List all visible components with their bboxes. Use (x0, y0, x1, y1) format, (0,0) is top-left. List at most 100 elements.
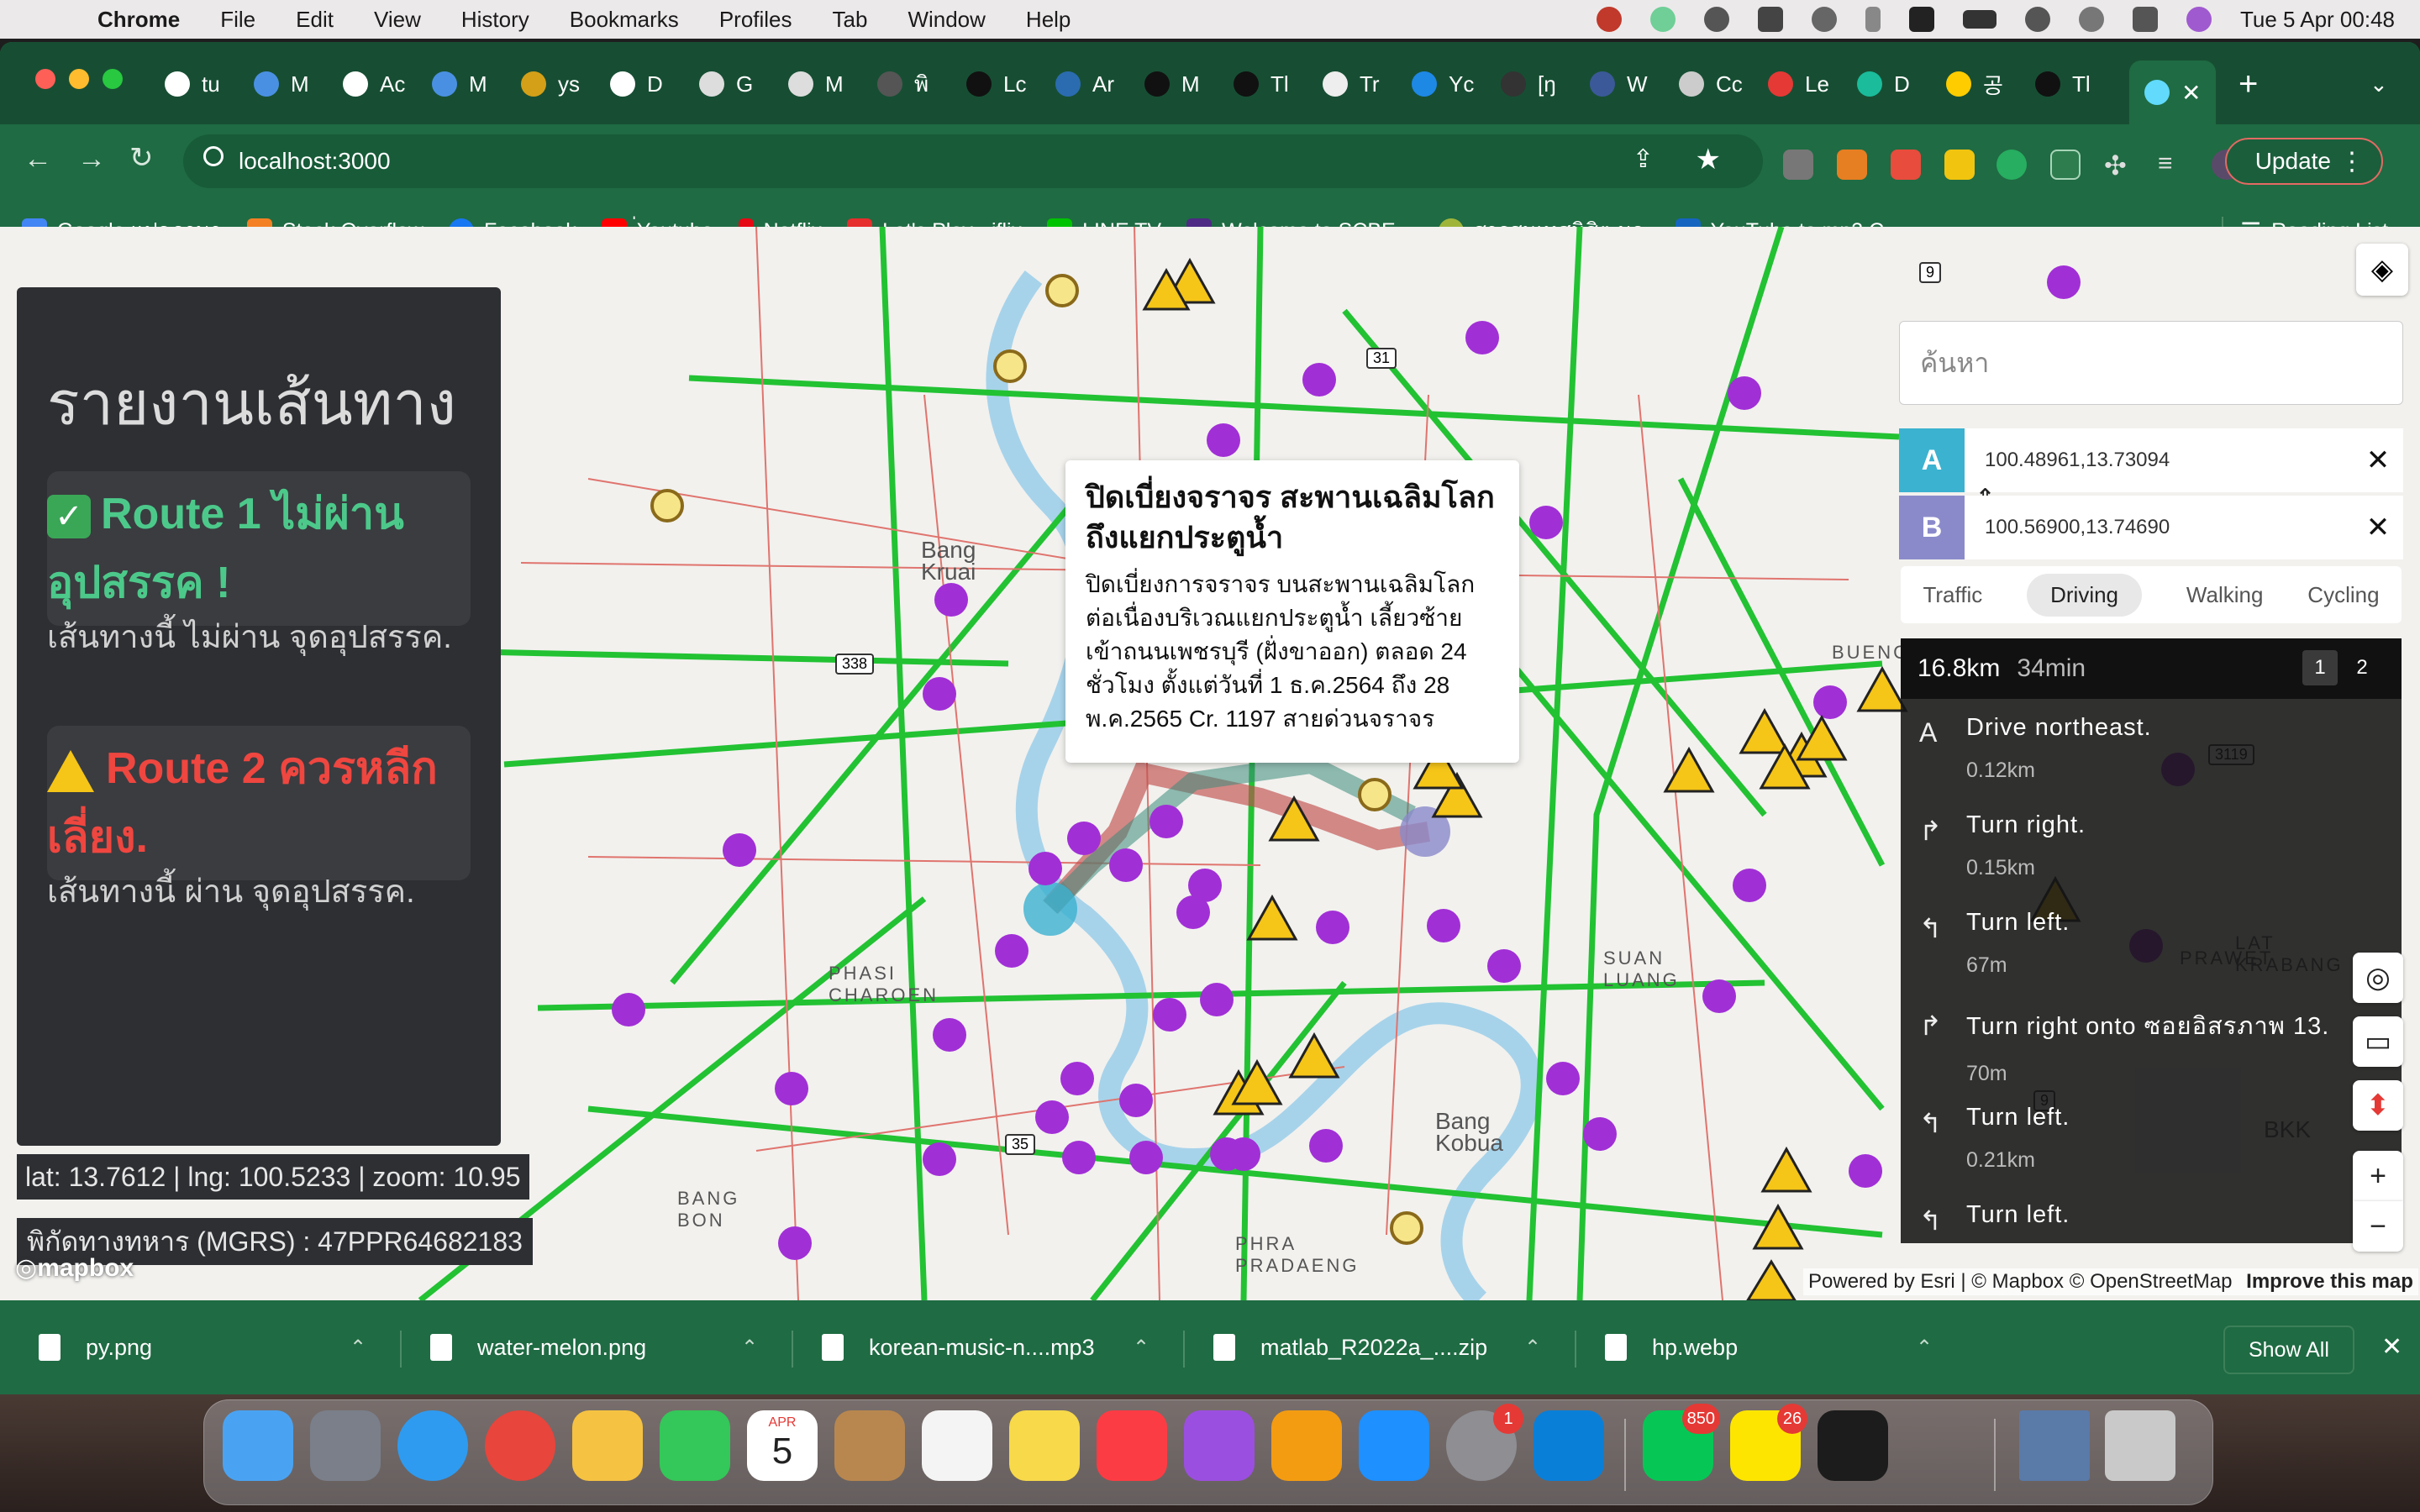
tab-7[interactable]: M (788, 60, 844, 108)
finder-icon[interactable] (223, 1410, 293, 1481)
pages-icon[interactable] (1271, 1410, 1342, 1481)
grammarly-extension-icon[interactable] (1996, 150, 2027, 180)
improve-map-link[interactable]: Improve this map (2246, 1270, 2413, 1293)
extension-off-icon[interactable] (1837, 150, 1867, 180)
profile-walking[interactable]: Walking (2186, 582, 2264, 608)
route-1-status[interactable]: ✓ Route 1 ไม่ผ่าน อุปสรรค ! (47, 471, 471, 626)
menu-edit[interactable]: Edit (296, 7, 334, 33)
geolocate-icon[interactable]: ◎ (2353, 953, 2403, 1003)
menu-file[interactable]: File (220, 7, 255, 33)
extensions-puzzle-icon[interactable]: ✣ (2104, 150, 2134, 181)
download-item[interactable]: water-melon.png ⌃ (430, 1322, 758, 1373)
window-zoom-button[interactable] (103, 69, 123, 89)
chrome-icon[interactable] (485, 1410, 555, 1481)
download-options-chevron-icon[interactable]: ⌃ (1524, 1336, 1541, 1360)
layers-icon[interactable]: ◈ (2356, 244, 2408, 296)
mapbox-logo[interactable]: ◎mapbox (15, 1253, 134, 1283)
alternative-route-1[interactable]: 1 (2302, 650, 2338, 685)
tab-16[interactable]: W (1590, 60, 1648, 108)
line-app-icon[interactable]: 850 (1643, 1404, 1720, 1481)
route-instructions[interactable]: 16.8km 34min 1 2 A Drive northeast. 0.12km… (1901, 638, 2402, 1243)
kebab-menu-icon[interactable]: ⋮ (2339, 147, 2365, 176)
json-extension-icon[interactable] (2050, 150, 2081, 180)
show-all-downloads-button[interactable]: Show All (2223, 1326, 2354, 1374)
origin-clear-icon[interactable]: ✕ (2353, 444, 2403, 477)
extension-note-icon[interactable] (1944, 150, 1975, 180)
bluetooth-icon[interactable] (1865, 7, 1881, 32)
tab-18[interactable]: Le (1768, 60, 1829, 108)
destination-clear-icon[interactable]: ✕ (2353, 511, 2403, 544)
tab-0[interactable]: tu (165, 60, 220, 108)
headphones-icon[interactable] (1703, 7, 1729, 32)
download-item[interactable]: hp.webp ⌃ (1605, 1322, 1933, 1373)
tab-search-chevron-icon[interactable]: ⌄ (2370, 60, 2388, 108)
spotlight-search-icon[interactable] (2078, 7, 2104, 32)
calendar-icon[interactable]: APR 5 (747, 1410, 818, 1481)
facetime-icon[interactable] (660, 1410, 730, 1481)
shield-status-icon[interactable] (1757, 7, 1783, 32)
play-status-icon[interactable] (1811, 7, 1837, 32)
zoom-in-button[interactable]: + (2353, 1151, 2403, 1201)
tab-10[interactable]: Ar (1055, 60, 1114, 108)
system-preferences-icon[interactable]: 1 (1446, 1404, 1523, 1481)
menu-profiles[interactable]: Profiles (719, 7, 792, 33)
menu-history[interactable]: History (461, 7, 529, 33)
profile-traffic[interactable]: Traffic (1923, 582, 1982, 608)
ruler-icon[interactable]: ▭ (2353, 1016, 2403, 1067)
battery-icon[interactable] (1962, 10, 1996, 29)
tab-6[interactable]: G (699, 60, 753, 108)
wifi-icon[interactable] (2024, 7, 2050, 32)
instruction-step[interactable]: ↰ Turn left. 67m (1901, 894, 2402, 991)
download-options-chevron-icon[interactable]: ⌃ (741, 1336, 758, 1360)
music-icon[interactable] (1097, 1410, 1167, 1481)
tab-19[interactable]: D (1857, 60, 1910, 108)
download-item[interactable]: matlab_R2022a_....zip ⌃ (1213, 1322, 1541, 1373)
launchpad-icon[interactable] (310, 1410, 381, 1481)
download-options-chevron-icon[interactable]: ⌃ (1133, 1336, 1150, 1360)
window-close-button[interactable] (35, 69, 55, 89)
tab-15[interactable]: [ŋ (1501, 60, 1556, 108)
new-tab-button[interactable]: + (2238, 60, 2258, 108)
destination-input[interactable]: 100.56900,13.74690 (1965, 516, 2353, 539)
profile-driving[interactable]: Driving (2027, 573, 2143, 617)
back-arrow-icon[interactable]: ← (24, 143, 52, 176)
menu-tab[interactable]: Tab (833, 7, 868, 33)
alternative-route-2[interactable]: 2 (2344, 650, 2380, 685)
menubar-clock[interactable]: Tue 5 Apr 00:48 (2240, 7, 2395, 33)
instruction-step[interactable]: ↰ Turn left. (1901, 1186, 2402, 1243)
destination-field[interactable]: B 100.56900,13.74690 ✕ (1899, 496, 2403, 559)
notes-icon[interactable] (1009, 1410, 1080, 1481)
safari-icon[interactable] (397, 1410, 468, 1481)
menu-bookmarks[interactable]: Bookmarks (570, 7, 679, 33)
instruction-step[interactable]: ↰ Turn left. 0.21km (1901, 1089, 2402, 1186)
reading-mode-icon[interactable]: ≡ (2158, 150, 2188, 180)
download-item[interactable]: korean-music-n....mp3 ⌃ (822, 1322, 1150, 1373)
bookmark-star-icon[interactable]: ★ (1696, 143, 1721, 176)
share-icon[interactable]: ⇪ (1633, 144, 1654, 174)
grammarly-status-icon[interactable] (1649, 7, 1676, 32)
downloads-stack-icon[interactable] (2019, 1410, 2090, 1481)
siri-icon[interactable] (2186, 7, 2212, 32)
terminal-icon[interactable] (1818, 1410, 1888, 1481)
search-input[interactable] (1899, 321, 2403, 405)
menu-view[interactable]: View (374, 7, 421, 33)
tab-4[interactable]: ys (521, 60, 580, 108)
tab-17[interactable]: Cc (1679, 60, 1743, 108)
tab-13[interactable]: Tr (1323, 60, 1380, 108)
photos-icon[interactable] (572, 1410, 643, 1481)
origin-input[interactable]: 100.48961,13.73094 (1965, 449, 2353, 472)
download-options-chevron-icon[interactable]: ⌃ (350, 1336, 366, 1360)
contacts-icon[interactable] (834, 1410, 905, 1481)
window-minimize-button[interactable] (69, 69, 89, 89)
profile-cycling[interactable]: Cycling (2307, 582, 2379, 608)
tab-active[interactable]: ✕ (2129, 60, 2217, 124)
extension-bug-icon[interactable] (1891, 150, 1921, 180)
reminders-icon[interactable] (922, 1410, 992, 1481)
instruction-step[interactable]: A Drive northeast. 0.12km (1901, 699, 2402, 796)
app-store-icon[interactable] (1359, 1410, 1429, 1481)
menu-window[interactable]: Window (908, 7, 985, 33)
instruction-step[interactable]: ↱ Turn right. 0.15km (1901, 796, 2402, 894)
site-info-icon[interactable] (203, 146, 224, 166)
url-text[interactable]: localhost:3000 (239, 148, 391, 175)
compass-icon[interactable]: ⬍ (2353, 1080, 2403, 1131)
